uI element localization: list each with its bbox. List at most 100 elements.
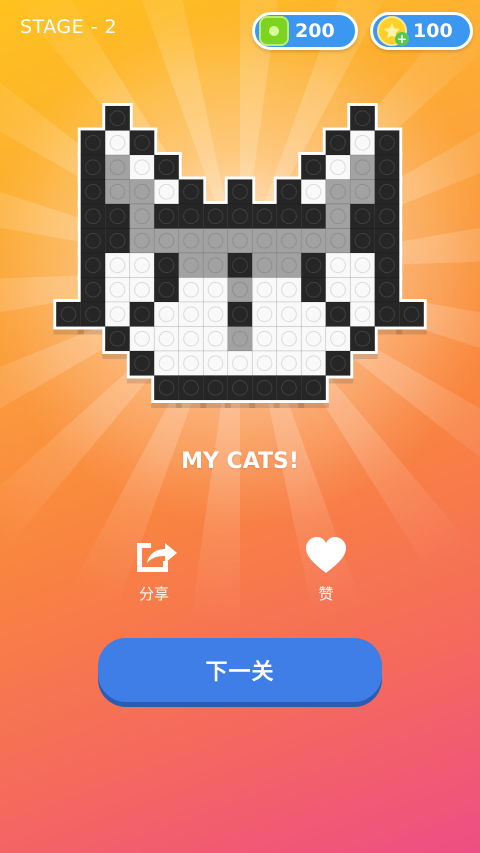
pixel-block: [325, 179, 351, 205]
pixel-block: [202, 301, 229, 327]
pixel-block: [227, 375, 253, 401]
pixel-block: [251, 326, 278, 352]
pixel-block: [398, 301, 425, 327]
pixel-block: [276, 277, 302, 303]
pixel-block: [349, 179, 376, 205]
pixel-block: [129, 179, 155, 205]
pixel-block: [129, 350, 155, 376]
pixel-block: [300, 228, 327, 254]
pixel-block: [227, 228, 253, 254]
pixel-block: [276, 203, 302, 229]
pixel-block: [300, 375, 327, 401]
pixel-block: [178, 179, 204, 205]
pixel-block: [251, 375, 278, 401]
pixel-block: [325, 130, 351, 156]
pixel-block: [153, 277, 180, 303]
pixel-block: [227, 277, 253, 303]
pixel-block: [104, 105, 131, 131]
pixel-block: [80, 203, 106, 229]
pixel-block: [276, 326, 302, 352]
pixel-block: [80, 252, 106, 278]
pixel-block: [325, 301, 351, 327]
pixel-block: [80, 179, 106, 205]
pixel-block: [276, 252, 302, 278]
pixel-block: [300, 326, 327, 352]
pixel-block: [153, 252, 180, 278]
pixel-block: [178, 228, 204, 254]
share-label: 分享: [138, 585, 169, 603]
pixel-block: [276, 375, 302, 401]
pixel-block: [374, 252, 400, 278]
pixel-block: [153, 154, 180, 180]
pixel-block: [80, 130, 106, 156]
pixel-block: [325, 203, 351, 229]
pixel-block: [202, 228, 229, 254]
pixel-block: [129, 228, 155, 254]
pixel-block: [80, 228, 106, 254]
pixel-block: [276, 179, 302, 205]
pixel-block: [349, 154, 376, 180]
pixel-block: [202, 326, 229, 352]
pixel-block: [202, 350, 229, 376]
pixel-block: [300, 301, 327, 327]
pixel-block: [153, 301, 180, 327]
pixel-block: [276, 350, 302, 376]
pixel-block: [227, 301, 253, 327]
share-button[interactable]: 分享: [124, 535, 184, 604]
pixel-block: [80, 154, 106, 180]
pixel-block: [300, 203, 327, 229]
pixel-block: [349, 105, 376, 131]
pixel-block: [349, 228, 376, 254]
pixel-block: [325, 326, 351, 352]
artwork-title: MY CATS!: [181, 449, 299, 474]
pixel-block: [349, 326, 376, 352]
pixel-block: [202, 277, 229, 303]
pixel-block: [178, 203, 204, 229]
pixel-block: [349, 130, 376, 156]
pixel-block: [227, 350, 253, 376]
pixel-block: [227, 179, 253, 205]
pixel-block: [178, 277, 204, 303]
pixel-block: [104, 228, 131, 254]
pixel-block: [251, 228, 278, 254]
pixel-block: [129, 326, 155, 352]
pixel-block: [374, 277, 400, 303]
pixel-block: [104, 252, 131, 278]
pixel-block: [153, 326, 180, 352]
share-icon: [137, 543, 177, 572]
pixel-block: [178, 326, 204, 352]
pixel-block: [374, 301, 400, 327]
pixel-block: [325, 350, 351, 376]
next-level-button[interactable]: 下一关: [98, 638, 382, 702]
pixel-block: [80, 277, 106, 303]
pixel-block: [374, 154, 400, 180]
pixel-block: [178, 301, 204, 327]
pixel-block: [374, 130, 400, 156]
pixel-block: [104, 130, 131, 156]
pixel-block: [251, 277, 278, 303]
pixel-block: [276, 301, 302, 327]
pixel-block: [129, 277, 155, 303]
pixel-block: [129, 203, 155, 229]
pixel-cat-artwork: [53, 103, 427, 408]
like-button[interactable]: 赞: [296, 535, 356, 604]
pixel-block: [129, 130, 155, 156]
pixel-block: [300, 252, 327, 278]
pixel-block: [251, 203, 278, 229]
pixel-block: [153, 179, 180, 205]
heart-icon: [306, 537, 346, 573]
pixel-block: [251, 252, 278, 278]
pixel-block: [153, 350, 180, 376]
pixel-block: [104, 326, 131, 352]
like-label: 赞: [318, 585, 334, 603]
pixel-block: [227, 203, 253, 229]
pixel-block: [178, 350, 204, 376]
pixel-block: [202, 375, 229, 401]
pixel-block: [178, 375, 204, 401]
pixel-block: [251, 301, 278, 327]
pixel-block: [104, 154, 131, 180]
pixel-block: [104, 179, 131, 205]
pixel-block: [374, 203, 400, 229]
pixel-block: [325, 228, 351, 254]
pixel-block: [349, 203, 376, 229]
